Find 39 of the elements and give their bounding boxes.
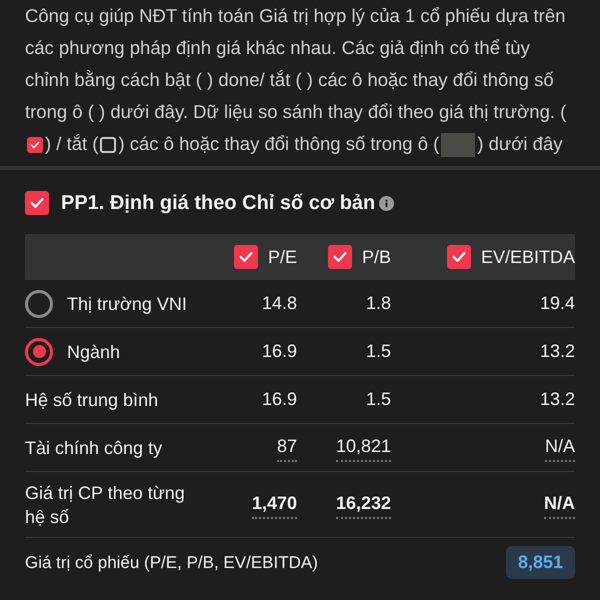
table-cell-text: 13.2 — [540, 388, 575, 411]
column-header: P/B — [362, 246, 391, 268]
radio-button[interactable] — [25, 290, 53, 318]
table-cell-text: 1.5 — [366, 340, 391, 363]
info-icon — [379, 196, 394, 210]
checkbox-icon — [100, 137, 116, 154]
table-cell-text: 1.8 — [366, 292, 391, 315]
row-label: Ngành — [67, 340, 120, 364]
input-sample-icon — [441, 133, 476, 158]
column-checkbox[interactable] — [446, 245, 471, 269]
intro-text: ) / tắt ( — [45, 133, 98, 154]
value-field[interactable]: N/A — [544, 433, 575, 462]
value-field[interactable]: 87 — [276, 433, 297, 462]
table-cell-text: 1.5 — [366, 388, 391, 411]
row-label: Giá trị CP theo từng hệ số — [25, 482, 186, 528]
row-label: Tài chính công ty — [25, 436, 162, 460]
value-field[interactable]: 1,470 — [252, 490, 297, 519]
table-cell-text: 16.9 — [262, 388, 297, 411]
table-cell-text: 19.4 — [540, 292, 575, 315]
section-title: PP1. Định giá theo Chỉ số cơ bản — [61, 191, 376, 216]
intro-text: ) các ô hoặc thay đổi thông số trong ô ( — [118, 133, 440, 154]
summary-label: Giá trị cổ phiếu (P/E, P/B, EV/EBITDA) — [25, 552, 318, 574]
radio-button[interactable] — [25, 338, 53, 366]
summary-value: 8,851 — [506, 546, 575, 579]
value-field[interactable]: N/A — [544, 490, 575, 519]
value-field[interactable]: 16,232 — [336, 490, 391, 519]
column-header: P/E — [268, 246, 297, 268]
value-field[interactable]: 10,821 — [336, 433, 391, 462]
table-cell-text: 13.2 — [540, 340, 575, 363]
table-cell-text: 16.9 — [262, 340, 297, 363]
column-header: EV/EBITDA — [480, 246, 575, 268]
row-label: Hệ số trung bình — [25, 388, 158, 412]
column-checkbox[interactable] — [328, 245, 352, 269]
intro-text: Công cụ giúp NĐT tính toán Giá trị hợp lý của 1 cổ phiếu dựa trên các phương pháp định giá khác nhau. Các giả định có thể tùy chỉnh bằng cách bật ( ) done/ tắt ( ) các ô hoặc thay đổi thông số trong ô ( ) dưới đây. Dữ liệu so sánh thay đổi theo giá thị trường. ( — [25, 5, 566, 122]
column-checkbox[interactable] — [234, 245, 258, 269]
section-checkbox[interactable] — [25, 191, 49, 215]
table-cell-text: 14.8 — [262, 292, 297, 315]
intro-text: ) dưới đây — [477, 133, 562, 154]
row-label: Thị trường VNI — [67, 292, 187, 316]
